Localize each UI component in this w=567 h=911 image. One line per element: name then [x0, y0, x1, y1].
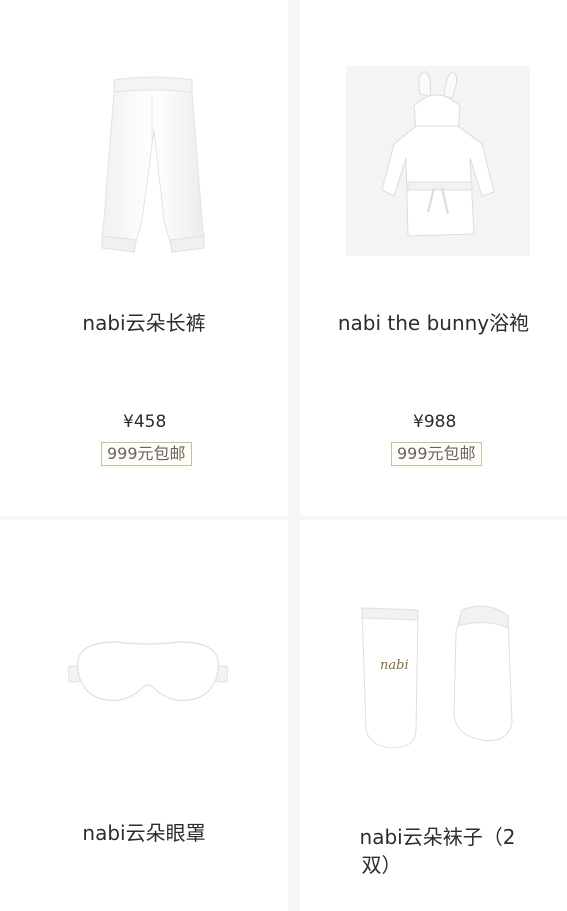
product-name-line2[interactable]: 双） — [300, 850, 463, 880]
shipping-badge: 999元包邮 — [391, 442, 482, 466]
product-name-line1[interactable]: nabi云朵袜子（2 — [308, 822, 567, 852]
product-name[interactable]: nabi the bunny浴袍 — [300, 308, 567, 338]
product-name[interactable]: nabi云朵长裤 — [0, 308, 288, 338]
pants-icon — [101, 76, 205, 253]
product-grid: nabi云朵长裤 ¥458 999元包邮 nabi the bunny浴袍 ¥9… — [0, 0, 567, 911]
eye-mask-icon — [68, 641, 228, 701]
product-card-pants[interactable]: nabi云朵长裤 ¥458 999元包邮 — [0, 0, 288, 516]
socks-icon — [361, 605, 513, 749]
nabi-logo: nabi — [380, 658, 409, 673]
shipping-badge: 999元包邮 — [101, 442, 192, 466]
product-card-eye-mask[interactable]: nabi云朵眼罩 — [0, 520, 288, 911]
product-price: ¥458 — [123, 412, 167, 432]
product-name[interactable]: nabi云朵眼罩 — [0, 818, 288, 848]
bathrobe-icon — [346, 66, 530, 256]
product-card-bathrobe[interactable]: nabi the bunny浴袍 ¥988 999元包邮 — [300, 0, 567, 516]
product-price: ¥988 — [413, 412, 457, 432]
product-card-socks[interactable]: nabi nabi云朵袜子（2 双） — [300, 520, 567, 911]
